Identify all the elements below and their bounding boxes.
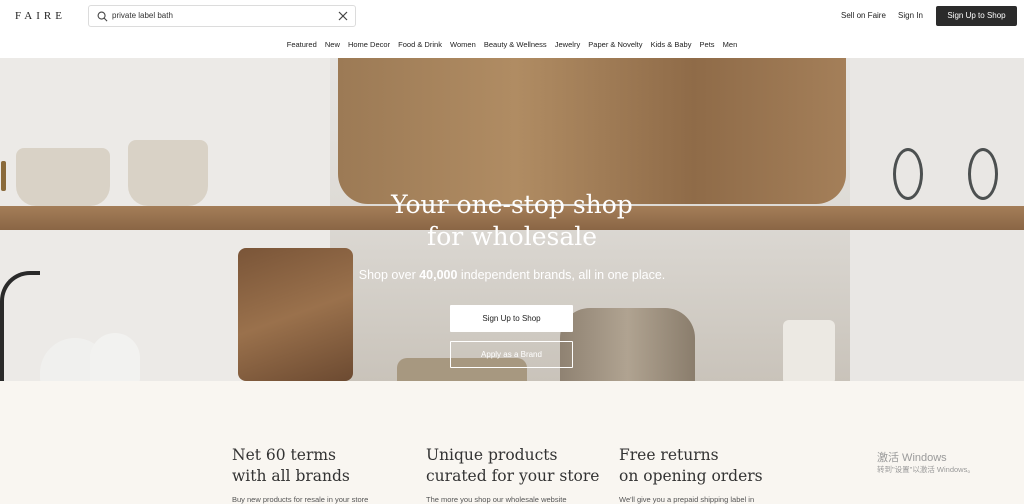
features-section: Net 60 terms with all brands Buy new pro… [0,381,1024,504]
nav-item-women[interactable]: Women [450,40,476,50]
hero-subtitle-suffix: independent brands, all in one place. [457,268,666,282]
feature-net-60: Net 60 terms with all brands Buy new pro… [232,445,412,504]
feature-title-line1: Free returns [619,446,719,464]
feature-title: Unique products curated for your store [426,445,606,487]
feature-title: Free returns on opening orders [619,445,799,487]
category-nav: Featured New Home Decor Food & Drink Wom… [0,40,1024,52]
windows-activation-watermark: 激活 Windows 转到"设置"以激活 Windows。 [877,451,1017,475]
feature-title-line1: Net 60 terms [232,446,337,464]
hero-subtitle-prefix: Shop over [358,268,420,282]
feature-title-line2: curated for your store [426,467,600,485]
hero-sign-up-button[interactable]: Sign Up to Shop [450,305,573,332]
nav-item-featured[interactable]: Featured [287,40,317,50]
search-icon [97,11,108,22]
ceramic-pot-image [128,140,208,206]
hook-image [0,271,40,381]
hero-title-line2: for wholesale [426,222,598,251]
hero-title: Your one-stop shop for wholesale [362,189,662,253]
sign-up-to-shop-button[interactable]: Sign Up to Shop [936,6,1017,26]
nav-item-food-drink[interactable]: Food & Drink [398,40,442,50]
feature-title-line2: on opening orders [619,467,763,485]
nav-item-jewelry[interactable]: Jewelry [555,40,580,50]
ceramic-bowl-image [16,148,110,206]
vase-image [560,308,695,381]
feature-text: The more you shop our wholesale website [426,495,567,504]
cutting-board-image [338,58,846,204]
apply-as-brand-button[interactable]: Apply as a Brand [450,341,573,368]
sell-on-faire-link[interactable]: Sell on Faire [841,11,886,21]
watermark-line1: 激活 Windows [877,452,947,464]
carousel-handle[interactable] [1,161,6,191]
watermark-line2: 转到"设置"以激活 Windows。 [877,465,975,474]
nav-item-paper-novelty[interactable]: Paper & Novelty [588,40,642,50]
hero-brand-count: 40,000 [419,268,458,282]
site-header: FAIRE private label bath Sell on Faire S… [0,0,1024,58]
scissors-image [893,148,923,200]
hero-banner: Your one-stop shop for wholesale Shop ov… [0,58,1024,381]
search-bar[interactable]: private label bath [88,5,356,27]
sign-in-link[interactable]: Sign In [898,11,923,21]
faire-logo[interactable]: FAIRE [15,10,66,22]
nav-item-pets[interactable]: Pets [700,40,715,50]
feature-title: Net 60 terms with all brands [232,445,412,487]
hero-subtitle: Shop over 40,000 independent brands, all… [312,268,712,282]
cup-image [783,320,835,381]
scissors-image-2 [968,148,998,200]
close-icon[interactable] [338,11,348,21]
feature-title-line2: with all brands [232,467,350,485]
feature-unique-products: Unique products curated for your store T… [426,445,606,504]
hero-title-line1: Your one-stop shop [391,190,633,219]
nav-item-home-decor[interactable]: Home Decor [348,40,390,50]
feature-free-returns: Free returns on opening orders We'll giv… [619,445,799,504]
feature-title-line1: Unique products [426,446,558,464]
nav-item-kids-baby[interactable]: Kids & Baby [651,40,692,50]
feature-text: We'll give you a prepaid shipping label … [619,495,755,504]
nav-item-beauty-wellness[interactable]: Beauty & Wellness [484,40,547,50]
search-input[interactable]: private label bath [112,10,173,22]
teapot-image-2 [90,333,140,381]
nav-item-new[interactable]: New [325,40,340,50]
feature-text: Buy new products for resale in your stor… [232,495,369,504]
nav-item-men[interactable]: Men [723,40,738,50]
